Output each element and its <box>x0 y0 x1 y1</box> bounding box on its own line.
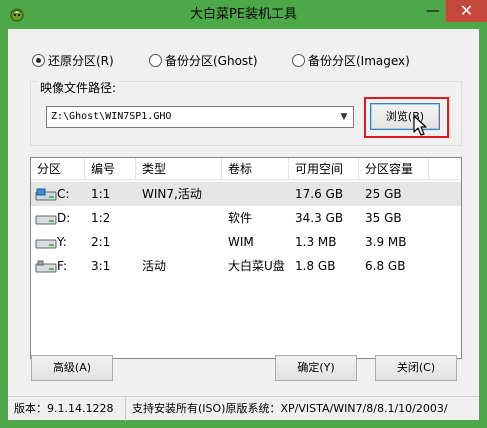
radio-backup-ghost-label: 备份分区(Ghost) <box>165 53 258 68</box>
column-header-number[interactable]: 编号 <box>85 158 136 180</box>
mouse-cursor-icon <box>413 115 427 136</box>
title-bar[interactable]: 大白菜PE装机工具 — ✕ <box>0 0 487 29</box>
volume-label: 软件 <box>228 211 253 225</box>
drive-letter: C: <box>57 187 70 201</box>
browse-button[interactable]: 浏览(B) <box>370 103 440 130</box>
table-row[interactable]: D: 1:2 软件 34.3 GB 35 GB <box>31 206 461 230</box>
column-header-type[interactable]: 类型 <box>136 158 222 180</box>
advanced-button[interactable]: 高级(A) <box>31 355 113 381</box>
volume-label <box>222 182 228 206</box>
free-space: 17.6 GB <box>295 187 344 201</box>
main-panel: 还原分区(R) 备份分区(Ghost) 备份分区(Imagex) 映像文件路径:… <box>8 29 479 421</box>
radio-restore-indicator[interactable] <box>32 53 45 67</box>
drive-letter: F: <box>57 259 68 273</box>
minimize-button[interactable]: — <box>420 0 446 22</box>
partition-type <box>136 230 142 254</box>
partition-number: 1:2 <box>91 211 111 225</box>
support-text: 支持安装所有(ISO)原版系统：XP/VISTA/WIN7/8/8.1/10/2… <box>132 402 448 415</box>
drive-letter: D: <box>57 211 71 225</box>
volume-label: 大白菜U盘 <box>228 259 285 273</box>
radio-restore[interactable]: 还原分区(R) <box>32 52 114 68</box>
partition-type: WIN7,活动 <box>142 187 202 201</box>
free-space: 34.3 GB <box>295 211 344 225</box>
radio-backup-imagex-label: 备份分区(Imagex) <box>308 53 410 68</box>
table-header: 分区 编号 类型 卷标 可用空间 分区容量 <box>31 158 461 180</box>
image-path-label: 映像文件路径: <box>38 81 119 95</box>
ok-button[interactable]: 确定(Y) <box>275 355 357 381</box>
close-window-button[interactable]: ✕ <box>446 0 487 22</box>
partition-table[interactable]: 分区 编号 类型 卷标 可用空间 分区容量 C: 1:1 WIN7,活动 17.… <box>30 157 462 359</box>
image-path-combo[interactable]: Z:\Ghost\WIN7SP1.GHO ▼ <box>46 106 354 128</box>
free-space: 1.3 MB <box>295 235 337 249</box>
table-row[interactable]: F: 3:1 活动 大白菜U盘 1.8 GB 6.8 GB <box>31 254 461 278</box>
window-title: 大白菜PE装机工具 <box>189 7 298 22</box>
chevron-down-icon[interactable]: ▼ <box>338 110 350 124</box>
radio-backup-imagex-indicator[interactable] <box>292 53 305 67</box>
version-text: 版本：9.1.14.1228 <box>8 397 126 421</box>
partition-size: 6.8 GB <box>365 259 406 273</box>
partition-number: 1:1 <box>91 187 111 201</box>
partition-number: 2:1 <box>91 235 111 249</box>
app-window: 大白菜PE装机工具 — ✕ 还原分区(R) 备份分区(Ghost) 备份分区(I… <box>0 0 487 428</box>
table-row[interactable]: Y: 2:1 WIM 1.3 MB 3.9 MB <box>31 230 461 254</box>
radio-restore-label: 还原分区(R) <box>48 53 114 68</box>
free-space: 1.8 GB <box>295 259 336 273</box>
radio-backup-ghost-indicator[interactable] <box>149 53 162 67</box>
partition-size: 3.9 MB <box>365 235 407 249</box>
close-button[interactable]: 关闭(C) <box>375 355 457 381</box>
column-header-capacity[interactable]: 分区容量 <box>359 158 429 180</box>
status-bar: 版本：9.1.14.1228 支持安装所有(ISO)原版系统：XP/VISTA/… <box>8 396 479 421</box>
volume-label: WIM <box>228 235 254 249</box>
column-header-partition[interactable]: 分区 <box>31 158 85 180</box>
partition-number: 3:1 <box>91 259 111 273</box>
column-header-free-space[interactable]: 可用空间 <box>289 158 359 180</box>
partition-type <box>136 206 142 230</box>
partition-type: 活动 <box>142 259 167 273</box>
table-row[interactable]: C: 1:1 WIN7,活动 17.6 GB 25 GB <box>31 182 461 206</box>
radio-backup-imagex[interactable]: 备份分区(Imagex) <box>292 52 410 68</box>
partition-size: 35 GB <box>365 211 402 225</box>
image-path-value: Z:\Ghost\WIN7SP1.GHO <box>51 111 172 122</box>
partition-size: 25 GB <box>365 187 402 201</box>
column-header-label[interactable]: 卷标 <box>222 158 289 180</box>
radio-backup-ghost[interactable]: 备份分区(Ghost) <box>149 52 258 68</box>
drive-letter: Y: <box>57 235 67 249</box>
